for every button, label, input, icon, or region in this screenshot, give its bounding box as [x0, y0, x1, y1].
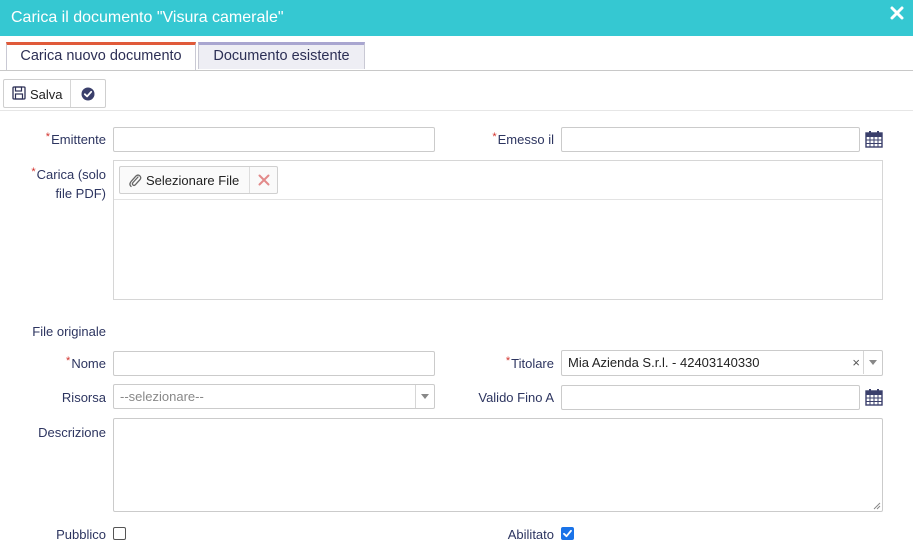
- confirm-button[interactable]: [71, 80, 105, 107]
- paperclip-icon: [129, 174, 142, 188]
- valido-fino-a-input[interactable]: [561, 385, 860, 410]
- file-upload-area[interactable]: Selezionare File: [113, 160, 883, 300]
- save-button-label: Salva: [30, 87, 63, 102]
- dropdown-arrow[interactable]: [863, 351, 882, 374]
- dropdown-arrow[interactable]: [415, 385, 434, 408]
- tab-carica-nuovo-documento[interactable]: Carica nuovo documento: [6, 42, 196, 70]
- close-icon: [258, 174, 270, 186]
- abilitato-label: Abilitato: [507, 527, 554, 542]
- check-circle-icon: [81, 87, 95, 101]
- resize-handle-icon[interactable]: [873, 502, 881, 510]
- select-file-button[interactable]: Selezionare File: [120, 167, 248, 193]
- emesso-il-label: *Emesso il: [492, 131, 554, 147]
- tab-bar: Carica nuovo documento Documento esisten…: [0, 36, 913, 71]
- nome-label: *Nome: [66, 355, 106, 371]
- titolare-select[interactable]: Mia Azienda S.r.l. - 42403140330 ×: [561, 350, 883, 376]
- floppy-disk-icon: [12, 86, 26, 100]
- emittente-input[interactable]: [113, 127, 435, 152]
- save-button[interactable]: Salva: [4, 80, 71, 107]
- dialog-title: Carica il documento "Visura camerale": [11, 9, 284, 26]
- file-upload-controls: Selezionare File: [119, 166, 278, 194]
- risorsa-select[interactable]: --selezionare--: [113, 384, 435, 409]
- titolare-value: Mia Azienda S.r.l. - 42403140330: [568, 355, 760, 370]
- emesso-il-input[interactable]: [561, 127, 860, 152]
- risorsa-placeholder: --selezionare--: [120, 389, 204, 404]
- chevron-down-icon: [421, 394, 429, 399]
- calendar-icon[interactable]: [865, 130, 883, 148]
- risorsa-label: Risorsa: [61, 390, 106, 405]
- clear-icon[interactable]: ×: [852, 355, 860, 370]
- chevron-down-icon: [869, 360, 877, 365]
- descrizione-label: Descrizione: [38, 425, 106, 440]
- carica-label: *Carica (solo file PDF): [31, 166, 106, 201]
- titolare-label: *Titolare: [505, 355, 554, 371]
- required-marker: *: [505, 355, 511, 367]
- descrizione-textarea[interactable]: [113, 418, 883, 512]
- checkmark-icon: [563, 529, 572, 538]
- required-marker: *: [492, 131, 497, 143]
- required-marker: *: [45, 131, 51, 143]
- required-marker: *: [66, 355, 71, 367]
- upload-divider: [114, 199, 882, 200]
- pubblico-label: Pubblico: [56, 527, 106, 542]
- pubblico-checkbox[interactable]: [113, 527, 126, 540]
- dialog-titlebar: Carica il documento "Visura camerale": [0, 0, 913, 36]
- emittente-label: *Emittente: [45, 131, 106, 147]
- valido-fino-a-label: Valido Fino A: [478, 390, 554, 405]
- required-marker: *: [31, 166, 36, 178]
- file-originale-label: File originale: [32, 324, 106, 339]
- toolbar: Salva: [3, 79, 106, 108]
- toolbar-divider: [0, 110, 913, 111]
- close-icon[interactable]: [890, 6, 904, 20]
- abilitato-checkbox[interactable]: [561, 527, 574, 540]
- select-file-label: Selezionare File: [146, 173, 240, 188]
- remove-file-button[interactable]: [249, 167, 278, 193]
- nome-input[interactable]: [113, 351, 435, 376]
- calendar-icon[interactable]: [865, 388, 883, 406]
- tab-documento-esistente[interactable]: Documento esistente: [198, 42, 365, 69]
